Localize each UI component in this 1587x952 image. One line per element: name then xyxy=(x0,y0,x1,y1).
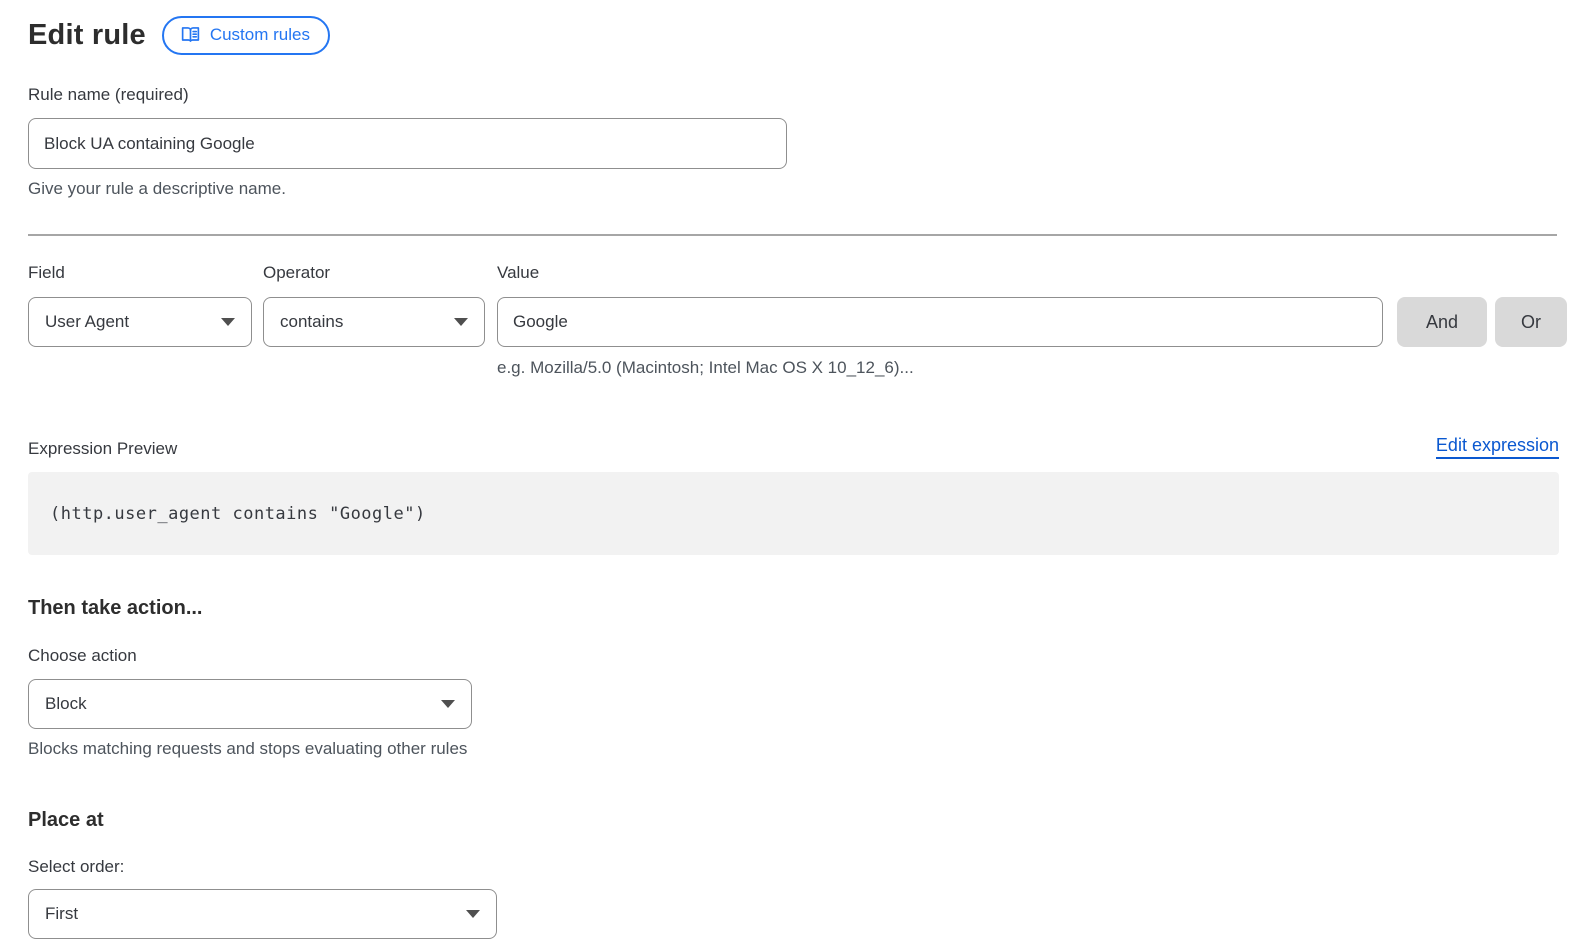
field-select[interactable]: User Agent xyxy=(28,297,252,347)
order-select[interactable]: First xyxy=(28,889,497,939)
rule-name-label: Rule name (required) xyxy=(28,84,1559,105)
expression-header: Expression Preview Edit expression xyxy=(28,434,1559,459)
value-hint: e.g. Mozilla/5.0 (Macintosh; Intel Mac O… xyxy=(497,357,1383,378)
order-select-value: First xyxy=(45,904,78,924)
value-column: Value e.g. Mozilla/5.0 (Macintosh; Intel… xyxy=(497,262,1383,378)
action-heading: Then take action... xyxy=(28,597,1559,620)
select-order-label: Select order: xyxy=(28,856,1559,877)
expression-preview-box: (http.user_agent contains "Google") xyxy=(28,472,1559,555)
caret-down-icon xyxy=(454,318,468,326)
operator-column: Operator contains xyxy=(263,262,485,347)
caret-down-icon xyxy=(441,700,455,708)
value-input[interactable] xyxy=(497,297,1383,347)
operator-select[interactable]: contains xyxy=(263,297,485,347)
condition-row: Field User Agent Operator contains Value… xyxy=(28,262,1559,378)
operator-label: Operator xyxy=(263,262,485,283)
page-header: Edit rule Custom rules xyxy=(28,14,1559,56)
and-button[interactable]: And xyxy=(1397,297,1487,347)
custom-rules-label: Custom rules xyxy=(210,23,310,47)
or-button[interactable]: Or xyxy=(1495,297,1567,347)
rule-name-input[interactable] xyxy=(28,118,787,169)
custom-rules-docs-button[interactable]: Custom rules xyxy=(162,16,330,55)
action-hint: Blocks matching requests and stops evalu… xyxy=(28,738,1559,759)
action-select[interactable]: Block xyxy=(28,679,472,729)
rule-name-hint: Give your rule a descriptive name. xyxy=(28,178,1559,199)
section-divider xyxy=(28,234,1557,236)
caret-down-icon xyxy=(221,318,235,326)
edit-rule-page: Edit rule Custom rules Rule name (requir… xyxy=(0,0,1587,952)
placement-section: Place at Select order: First xyxy=(28,809,1559,939)
field-label: Field xyxy=(28,262,252,283)
field-column: Field User Agent xyxy=(28,262,252,347)
rule-name-section: Rule name (required) Give your rule a de… xyxy=(28,84,1559,199)
action-select-value: Block xyxy=(45,694,87,714)
page-title: Edit rule xyxy=(28,19,146,52)
place-at-heading: Place at xyxy=(28,809,1559,832)
caret-down-icon xyxy=(466,910,480,918)
field-select-value: User Agent xyxy=(45,312,129,332)
operator-select-value: contains xyxy=(280,312,343,332)
open-book-icon xyxy=(180,24,201,45)
logic-buttons: And Or xyxy=(1397,297,1567,347)
value-label: Value xyxy=(497,262,1383,283)
edit-expression-link[interactable]: Edit expression xyxy=(1436,434,1559,459)
choose-action-label: Choose action xyxy=(28,645,1559,666)
expression-code: (http.user_agent contains "Google") xyxy=(50,504,426,524)
expression-preview-label: Expression Preview xyxy=(28,438,177,459)
action-section: Then take action... Choose action Block … xyxy=(28,597,1559,759)
